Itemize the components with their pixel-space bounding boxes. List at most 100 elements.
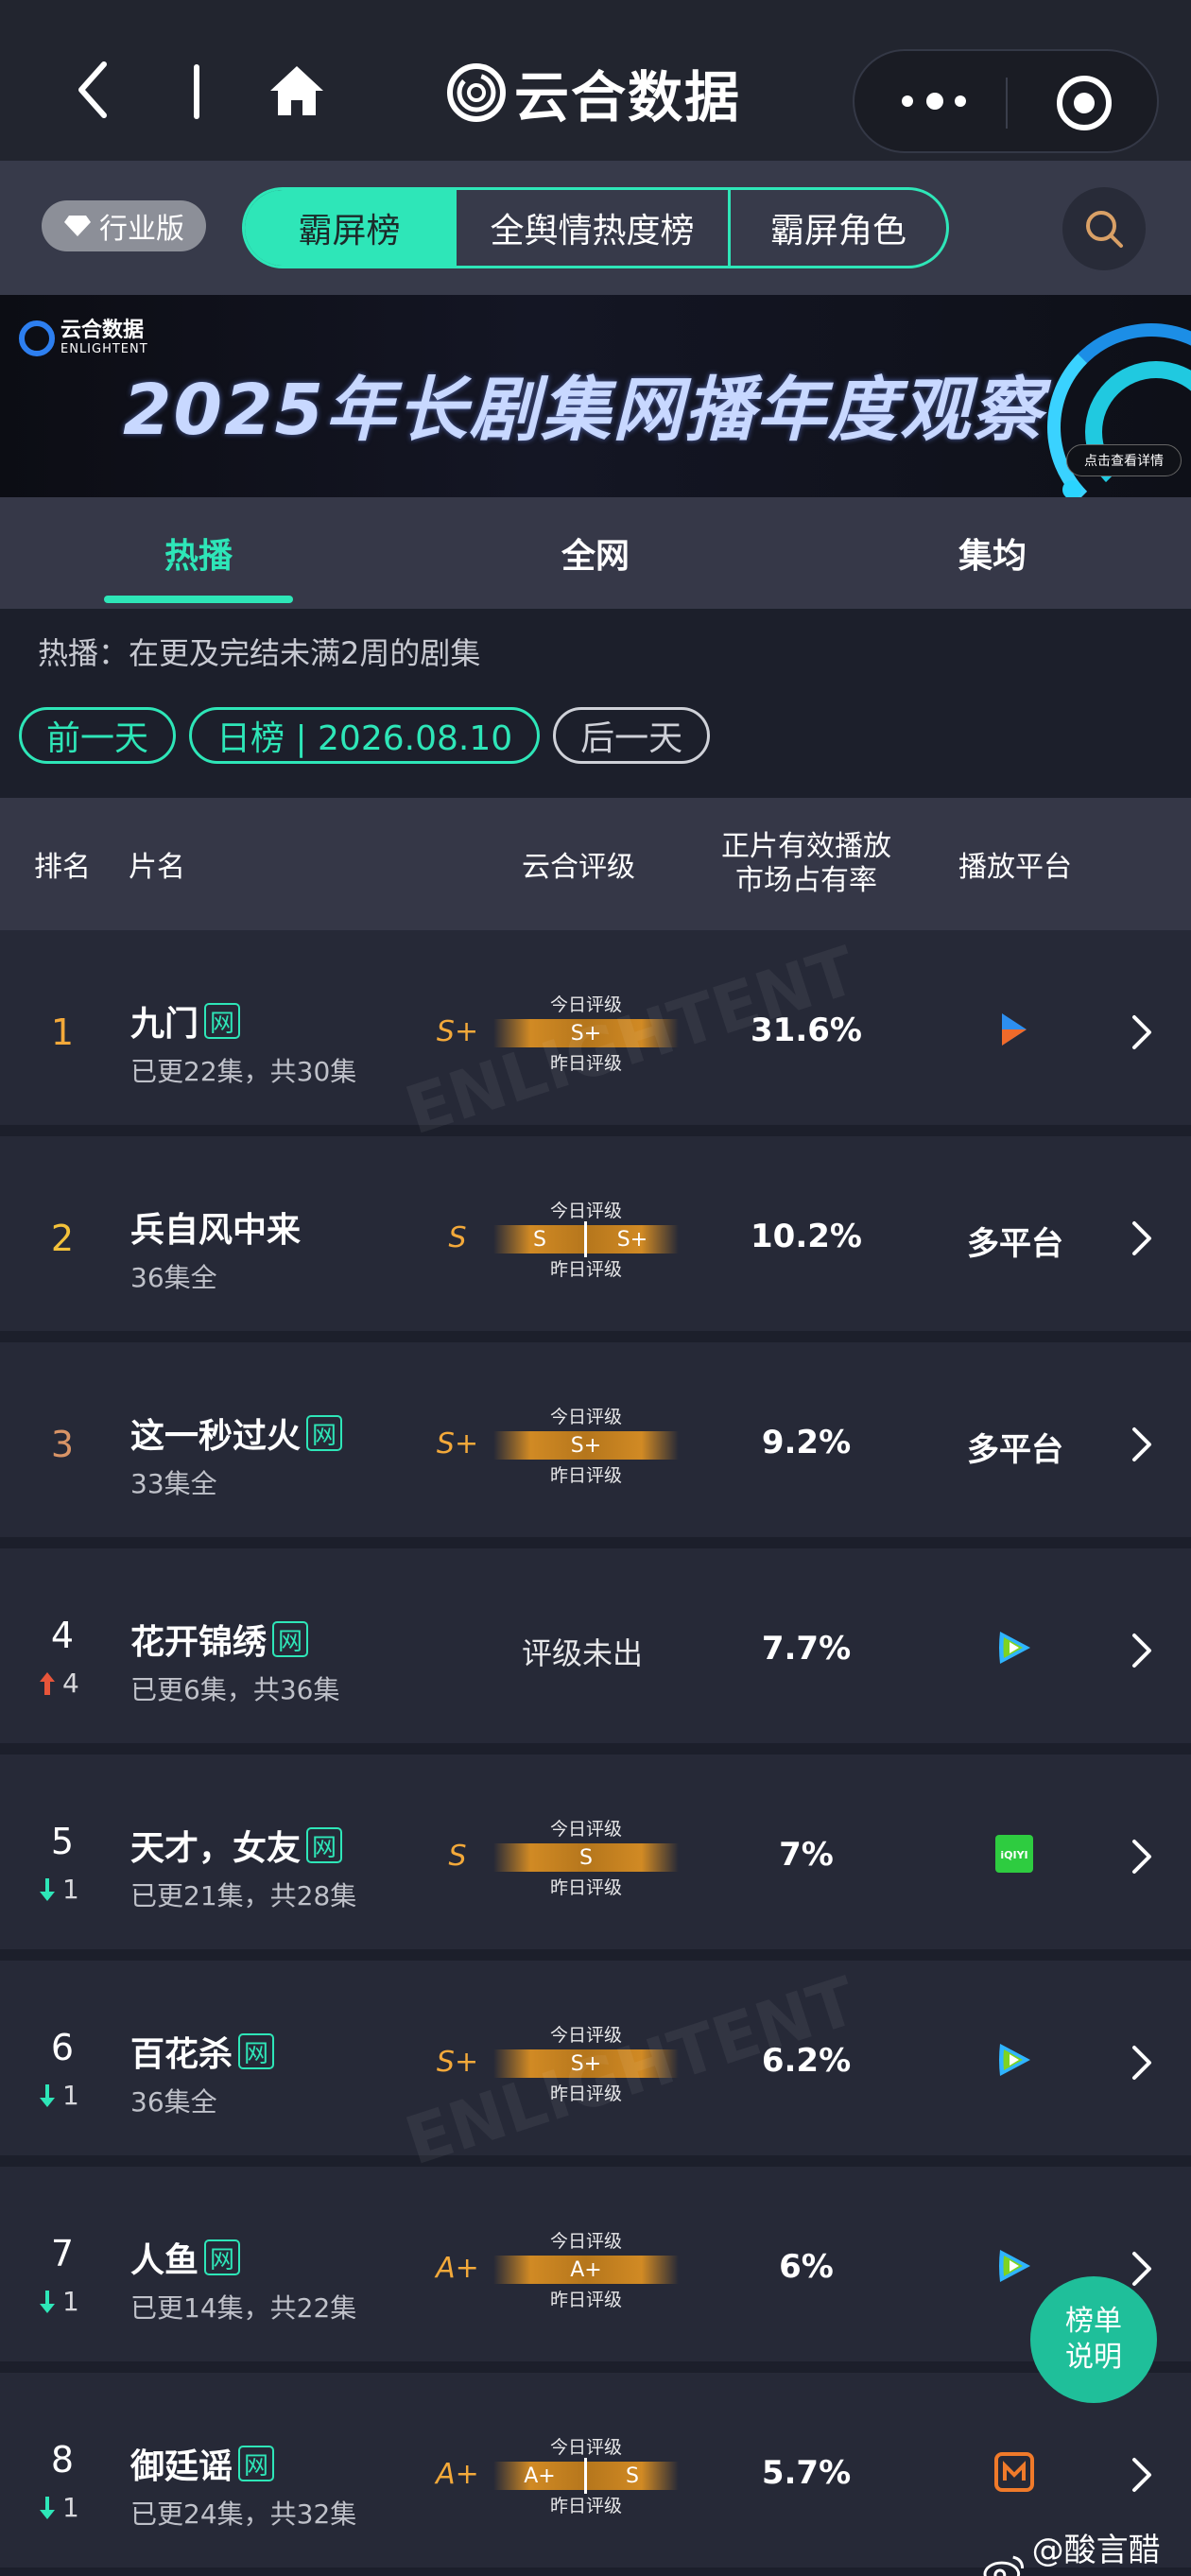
tencent-video-icon	[994, 1628, 1034, 1668]
header-rank: 排名	[34, 851, 91, 884]
chevron-right-icon[interactable]	[1129, 2044, 1155, 2082]
episode-status: 已更24集，共32集	[130, 2498, 357, 2530]
rating-yesterday-value: S+	[616, 1227, 648, 1252]
rank-number: 5	[50, 1821, 75, 1862]
chevron-right-icon[interactable]	[1129, 1013, 1155, 1051]
ranking-description: 热播：在更及完结未满2周的剧集	[38, 635, 481, 671]
rating-comparison: 今日评级 S S+ 昨日评级	[493, 1197, 679, 1280]
rating-comparison: 今日评级 A+ S 昨日评级	[493, 2433, 679, 2516]
rank-number: 6	[50, 2027, 75, 2068]
table-row[interactable]: 4 4 花开锦绣网已更6集，共36集 评级未出 7.7%	[0, 1548, 1191, 1743]
rank-change-value: 4	[62, 1668, 79, 1699]
rating-yesterday-label: 昨日评级	[549, 1259, 622, 1280]
rank-down-icon	[40, 1877, 55, 1901]
rating-today-label: 今日评级	[549, 1201, 622, 1221]
sub-tabs: 热播 全网 集均	[0, 497, 1191, 609]
table-row[interactable]: 7 1 人鱼网已更14集，共22集 A+ 今日评级 A+ 昨日评级 6%	[0, 2167, 1191, 2361]
market-share: 31.6%	[751, 1011, 862, 1049]
table-row[interactable]: 6 1 百花杀网 36集全 S+ 今日评级 S+ 昨日评级 6.2%	[0, 1961, 1191, 2155]
rating-bar: S+	[493, 1019, 679, 1047]
header-share: 正片有效播放 市场占有率	[699, 798, 913, 930]
chevron-right-icon[interactable]	[1129, 1219, 1155, 1257]
table-header: 排名 片名 云合评级 正片有效播放 市场占有率 播放平台	[0, 798, 1191, 930]
rating-yesterday-label: 昨日评级	[549, 2496, 622, 2516]
rating-today-label: 今日评级	[549, 1407, 622, 1427]
rank-change-value: 1	[62, 2492, 79, 2523]
subtab-hot[interactable]: 热播	[0, 497, 397, 609]
help-line2: 说明	[1065, 2341, 1122, 2374]
rating-bar: A+ S	[493, 2458, 679, 2494]
rating-grade: A+	[436, 2458, 479, 2491]
platform-multi: 多平台	[967, 1225, 1063, 1263]
network-drama-badge: 网	[272, 1621, 309, 1657]
subtab-all-network[interactable]: 全网	[397, 497, 794, 609]
banner-title: 2025年长剧集网播年度观察	[123, 370, 1044, 451]
miniapp-capsule	[853, 49, 1159, 153]
header-share-line2: 市场占有率	[735, 864, 877, 897]
episode-status: 已更6集，共36集	[130, 1674, 340, 1705]
show-title: 百花杀	[130, 2035, 233, 2074]
network-drama-badge: 网	[204, 2239, 241, 2275]
industry-version-button[interactable]: 行业版	[42, 200, 206, 251]
network-drama-badge: 网	[306, 1415, 343, 1451]
network-drama-badge: 网	[238, 2033, 275, 2069]
table-row[interactable]: 1 九门网已更22集，共30集 S+ 今日评级 S+ 昨日评级 31.6%	[0, 930, 1191, 1125]
tab-bapingbang[interactable]: 霸屏榜	[245, 190, 457, 266]
diamond-icon	[64, 216, 91, 236]
show-title-wrap: 这一秒过火网	[130, 1409, 343, 1458]
rank-change: 4	[38, 1668, 125, 1699]
market-share: 6%	[779, 2248, 834, 2286]
back-icon[interactable]	[74, 57, 121, 123]
rating-today-label: 今日评级	[549, 994, 622, 1015]
rating-grade: S+	[436, 1427, 479, 1461]
rank-number: 4	[50, 1615, 75, 1656]
rating-divider	[584, 1221, 587, 1257]
table-row[interactable]: 5 1 天才，女友网已更21集，共28集 S 今日评级 S 昨日评级 7% iQIYI	[0, 1755, 1191, 1949]
rating-yesterday-value: S	[626, 2464, 639, 2488]
rating-today-value: S+	[570, 1021, 602, 1046]
search-button[interactable]	[1062, 187, 1146, 270]
mango-tv-icon	[994, 2452, 1034, 2492]
banner-detail-button[interactable]: 点击查看详情	[1066, 444, 1182, 476]
episode-status: 已更22集，共30集	[130, 1056, 357, 1087]
next-day-button[interactable]: 后一天	[553, 707, 711, 764]
rating-today-value: S+	[570, 2051, 602, 2076]
rank-number: 7	[50, 2233, 75, 2274]
tab-public-opinion[interactable]: 全舆情热度榜	[457, 190, 731, 266]
episode-status: 36集全	[130, 2086, 217, 2118]
rank-down-icon	[40, 2083, 55, 2107]
show-title: 天才，女友	[130, 1829, 302, 1868]
rating-yesterday-label: 昨日评级	[549, 1877, 622, 1898]
rating-grade: S	[448, 1221, 467, 1254]
home-icon[interactable]	[267, 62, 327, 119]
chevron-right-icon[interactable]	[1129, 2456, 1155, 2494]
chevron-right-icon[interactable]	[1129, 1632, 1155, 1669]
market-share: 9.2%	[761, 1424, 852, 1461]
date-navigation: 前一天 日榜 | 2026.08.10 后一天	[19, 707, 711, 764]
rank-change-value: 1	[62, 1874, 79, 1905]
show-title: 这一秒过火	[130, 1417, 302, 1456]
promo-banner[interactable]: 云合数据 ENLIGHTENT 2025年长剧集网播年度观察 点击查看详情	[0, 295, 1191, 497]
table-row[interactable]: 3 这一秒过火网 33集全 S+ 今日评级 S+ 昨日评级 9.2% 多平台	[0, 1342, 1191, 1537]
nav-divider	[194, 64, 199, 119]
ranking-help-button[interactable]: 榜单 说明	[1030, 2276, 1157, 2403]
chevron-right-icon[interactable]	[1129, 1838, 1155, 1876]
tab-roles[interactable]: 霸屏角色	[731, 190, 946, 266]
capsule-divider	[1006, 78, 1008, 129]
rating-today-value: A+	[524, 2464, 556, 2488]
rank-change: 1	[38, 2080, 125, 2111]
previous-day-button[interactable]: 前一天	[19, 707, 177, 764]
chevron-right-icon[interactable]	[1129, 2250, 1155, 2288]
more-icon[interactable]	[902, 87, 977, 115]
rating-bar: S S+	[493, 1221, 679, 1257]
brand-name: 云合数据	[514, 65, 742, 130]
subtab-per-episode[interactable]: 集均	[794, 497, 1191, 609]
close-miniapp-icon[interactable]	[1055, 74, 1113, 132]
table-row[interactable]: 2 兵自风中来 36集全 S 今日评级 S S+ 昨日评级 10.2% 多平台	[0, 1136, 1191, 1331]
current-date-button[interactable]: 日榜 | 2026.08.10	[189, 707, 541, 764]
tencent-video-icon	[994, 2246, 1034, 2286]
header-share-line1: 正片有效播放	[721, 830, 891, 863]
chevron-right-icon[interactable]	[1129, 1426, 1155, 1463]
subtab-per-episode-label: 集均	[958, 537, 1027, 576]
banner-logo: 云合数据 ENLIGHTENT	[19, 320, 148, 356]
